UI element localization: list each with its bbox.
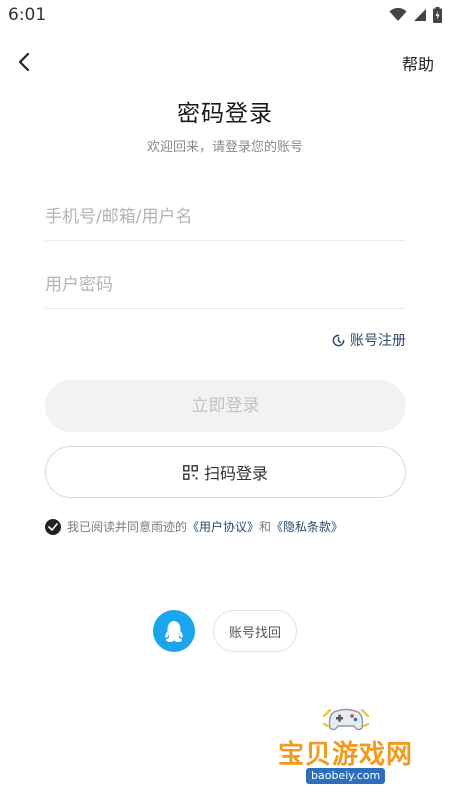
recover-account-button[interactable]: 账号找回 [213, 610, 297, 652]
back-button[interactable] [10, 48, 38, 76]
status-bar: 6:01 [0, 0, 450, 30]
status-time: 6:01 [8, 5, 47, 25]
password-input[interactable] [45, 262, 405, 309]
agreement-prefix: 我已阅读并同意雨迹的 [67, 520, 188, 534]
top-bar: 帮助 [0, 44, 450, 80]
scan-login-button[interactable]: 扫码登录 [45, 446, 406, 498]
page-subtitle: 欢迎回来，请登录您的账号 [146, 140, 303, 155]
login-button[interactable]: 立即登录 [45, 380, 406, 432]
check-icon [48, 522, 58, 531]
watermark-url: baobeiy.com [306, 768, 386, 784]
wifi-icon [389, 8, 407, 21]
agreement-checkbox[interactable] [45, 518, 61, 535]
qr-code-icon [183, 464, 198, 480]
status-icons [389, 7, 442, 23]
user-agreement-link[interactable]: 《用户协议》 [187, 520, 259, 534]
agreement-and: 和 [259, 520, 272, 534]
watermark-logo: 宝贝游戏网 baobeiy.com [270, 698, 430, 798]
back-arrow-icon [18, 52, 30, 72]
signal-icon [414, 9, 426, 21]
register-label: 账号注册 [350, 333, 406, 349]
agreement-row: 我已阅读并同意雨迹的《用户协议》和《隐私条款》 [45, 518, 343, 535]
register-link[interactable]: 账号注册 [331, 330, 406, 350]
privacy-policy-link[interactable]: 《隐私条款》 [271, 520, 343, 534]
scan-login-label: 扫码登录 [203, 464, 268, 483]
qq-penguin-icon [165, 621, 183, 642]
refresh-user-icon [332, 334, 345, 346]
watermark-name: 宝贝游戏网 [278, 740, 414, 770]
page-title: 密码登录 [177, 101, 273, 127]
help-link[interactable]: 帮助 [402, 51, 434, 75]
qq-login-button[interactable] [153, 610, 195, 652]
account-input[interactable] [45, 194, 405, 241]
battery-icon [433, 7, 442, 23]
gamepad-icon [322, 708, 370, 731]
